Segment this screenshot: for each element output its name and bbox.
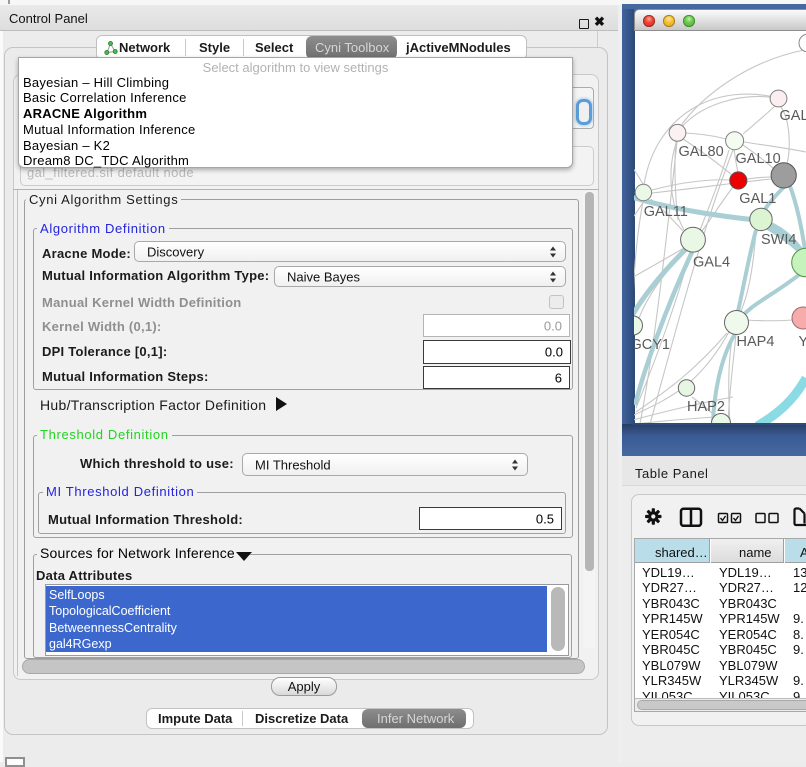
svg-text:HAP2: HAP2 (687, 399, 725, 415)
svg-text:HAP4: HAP4 (737, 334, 775, 350)
svg-text:Y: Y (799, 334, 806, 350)
svg-text:GAL1: GAL1 (739, 191, 776, 207)
svg-text:GAL7: GAL7 (780, 108, 806, 124)
svg-text:GAL80: GAL80 (679, 144, 724, 160)
svg-text:SWI4: SWI4 (761, 232, 796, 248)
svg-text:GAL11: GAL11 (644, 204, 688, 220)
svg-text:GAL10: GAL10 (736, 151, 781, 167)
svg-text:GCY1: GCY1 (634, 337, 670, 353)
svg-text:GAL4: GAL4 (693, 255, 730, 271)
